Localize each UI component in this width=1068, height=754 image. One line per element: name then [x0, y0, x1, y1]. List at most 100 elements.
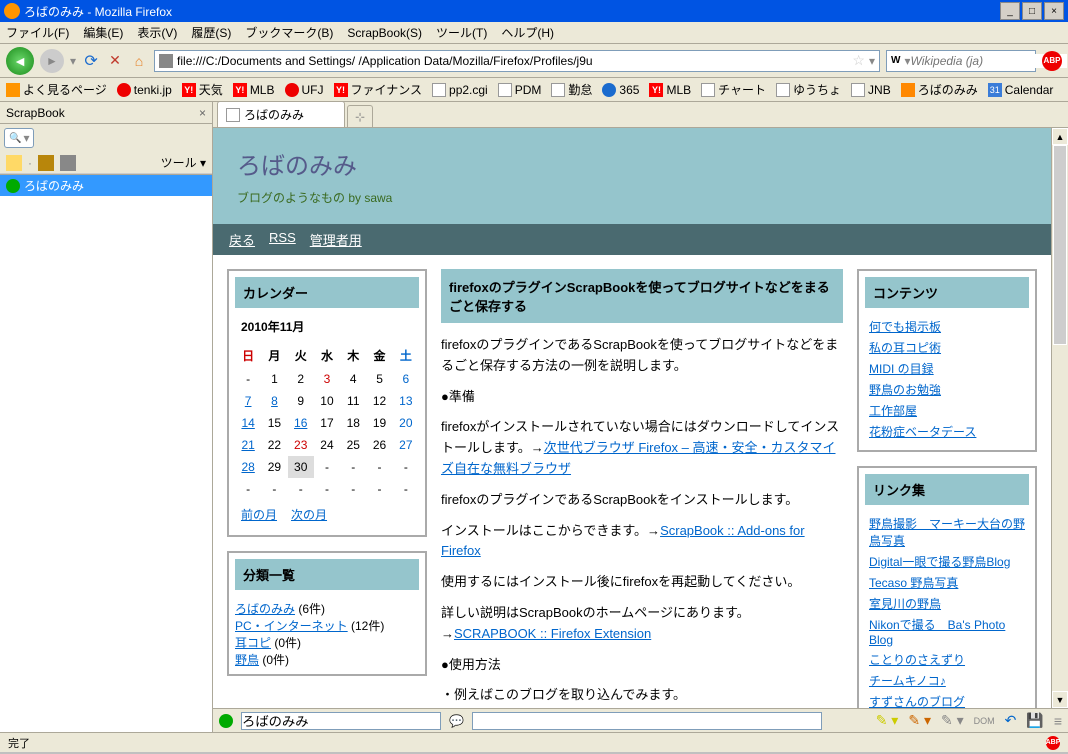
- bookmark-item[interactable]: 365: [602, 83, 639, 97]
- menu-file[interactable]: ファイル(F): [6, 24, 69, 41]
- dom-icon[interactable]: DOM: [974, 716, 995, 726]
- external-link[interactable]: Tecaso 野鳥写真: [869, 576, 958, 590]
- category-link[interactable]: 野鳥: [235, 653, 259, 667]
- menu-icon[interactable]: ≡: [1054, 713, 1062, 729]
- cal-next-link[interactable]: 次の月: [291, 506, 327, 523]
- eraser-icon[interactable]: ✎ ▾: [941, 712, 964, 729]
- cal-day-link[interactable]: 21: [241, 438, 254, 452]
- scroll-thumb[interactable]: [1053, 145, 1067, 345]
- url-bar[interactable]: file:///C:/Documents and Settings/ /Appl…: [154, 50, 880, 72]
- reload-button[interactable]: ⟳: [82, 52, 100, 70]
- adblock-status-icon[interactable]: ABP: [1046, 736, 1060, 750]
- cal-day-link[interactable]: 28: [241, 460, 254, 474]
- nav-admin-link[interactable]: 管理者用: [310, 230, 362, 249]
- bookmark-item[interactable]: pp2.cgi: [432, 83, 488, 97]
- home-button[interactable]: ⌂: [130, 52, 148, 70]
- bookmark-item[interactable]: Y!ファイナンス: [334, 81, 423, 98]
- menu-help[interactable]: ヘルプ(H): [501, 24, 554, 41]
- highlighter-red-icon[interactable]: ✎ ▾: [908, 712, 931, 729]
- bookmark-item[interactable]: ろばのみみ: [901, 81, 978, 98]
- menu-scrapbook[interactable]: ScrapBook(S): [347, 26, 422, 40]
- scroll-up-button[interactable]: ▲: [1052, 128, 1068, 145]
- search-box[interactable]: W ▾ 🔍: [886, 50, 1036, 72]
- tree-item[interactable]: ろばのみみ: [0, 175, 212, 196]
- cal-prev-link[interactable]: 前の月: [241, 506, 277, 523]
- scroll-down-button[interactable]: ▼: [1052, 691, 1068, 708]
- nav-dropdown-icon[interactable]: ▾: [70, 54, 76, 68]
- nav-back-link[interactable]: 戻る: [229, 230, 255, 249]
- database-icon[interactable]: [60, 155, 76, 171]
- bookmark-item[interactable]: tenki.jp: [117, 83, 172, 97]
- bookmark-item[interactable]: Y!MLB: [233, 83, 275, 97]
- bookmark-item[interactable]: ゆうちょ: [776, 81, 841, 98]
- bookmark-star-icon[interactable]: ☆: [852, 52, 865, 69]
- new-folder-icon[interactable]: [6, 155, 22, 171]
- external-link[interactable]: 野鳥撮影 マーキー大台の野鳥写真: [869, 517, 1025, 548]
- minimize-button[interactable]: _: [1000, 2, 1020, 20]
- bookmark-item[interactable]: 31Calendar: [988, 83, 1054, 97]
- undo-icon[interactable]: ↶: [1005, 712, 1017, 729]
- scroll-track[interactable]: [1052, 145, 1068, 691]
- external-link[interactable]: Digital一眼で撮る野鳥Blog: [869, 555, 1010, 569]
- url-dropdown-icon[interactable]: ▾: [869, 54, 875, 68]
- open-folder-icon[interactable]: [38, 155, 54, 171]
- new-tab-button[interactable]: ⊹: [347, 105, 373, 127]
- sidebar-search-input[interactable]: 🔍 ▾: [4, 128, 34, 148]
- menu-view[interactable]: 表示(V): [137, 24, 177, 41]
- external-link[interactable]: Nikonで撮る Ba's Photo Blog: [869, 618, 1005, 647]
- stop-button[interactable]: ✕: [106, 52, 124, 70]
- bookmark-item[interactable]: UFJ: [285, 83, 324, 97]
- back-button[interactable]: ◄: [6, 47, 34, 75]
- nav-toolbar: ◄ ► ▾ ⟳ ✕ ⌂ file:///C:/Documents and Set…: [0, 44, 1068, 78]
- bookmark-item[interactable]: PDM: [498, 83, 542, 97]
- external-link[interactable]: すずさんのブログ: [869, 695, 965, 708]
- bookmark-item[interactable]: 勤怠: [551, 81, 592, 98]
- content-link[interactable]: 野鳥のお勉強: [869, 383, 941, 397]
- sidebar-tools: · ツール ▾: [0, 152, 212, 174]
- scrapbook-comment-input[interactable]: [472, 712, 822, 730]
- sidebar-close-icon[interactable]: ×: [199, 106, 206, 120]
- nav-rss-link[interactable]: RSS: [269, 230, 296, 249]
- menu-bookmarks[interactable]: ブックマーク(B): [245, 24, 333, 41]
- bookmark-item[interactable]: Y!天気: [182, 81, 223, 98]
- menu-history[interactable]: 履歴(S): [191, 24, 231, 41]
- category-link[interactable]: PC・インターネット: [235, 619, 348, 633]
- cal-day-link[interactable]: 14: [241, 416, 254, 430]
- external-link[interactable]: ことりのさえずり: [869, 653, 965, 667]
- external-link[interactable]: チームキノコ♪: [869, 674, 946, 688]
- bookmark-item[interactable]: チャート: [701, 81, 766, 98]
- wikipedia-icon[interactable]: W: [891, 55, 900, 66]
- highlighter-yellow-icon[interactable]: ✎ ▾: [876, 712, 899, 729]
- close-button[interactable]: ×: [1044, 2, 1064, 20]
- bookmark-item[interactable]: Y!MLB: [649, 83, 691, 97]
- content-link[interactable]: 私の耳コピ術: [869, 341, 941, 355]
- article-link[interactable]: SCRAPBOOK :: Firefox Extension: [454, 626, 651, 641]
- cal-day-link[interactable]: 8: [271, 394, 278, 408]
- menu-edit[interactable]: 編集(E): [83, 24, 123, 41]
- tab[interactable]: ろばのみみ: [217, 101, 345, 127]
- dropdown-icon[interactable]: ▾: [23, 131, 29, 145]
- bookmark-item[interactable]: よく見るページ: [6, 81, 107, 98]
- category-link[interactable]: ろばのみみ: [235, 602, 295, 616]
- url-text[interactable]: file:///C:/Documents and Settings/ /Appl…: [177, 54, 848, 68]
- vertical-scrollbar[interactable]: ▲ ▼: [1051, 128, 1068, 708]
- external-link[interactable]: 室見川の野鳥: [869, 597, 941, 611]
- content-link[interactable]: MIDI の目録: [869, 362, 934, 376]
- maximize-button[interactable]: □: [1022, 2, 1042, 20]
- cal-day-link[interactable]: 16: [294, 416, 307, 430]
- content-link[interactable]: 花粉症ベータデース: [869, 425, 976, 439]
- adblock-icon[interactable]: ABP: [1042, 51, 1062, 71]
- sidebar-tree[interactable]: ろばのみみ: [0, 174, 212, 732]
- save-icon[interactable]: 💾: [1026, 712, 1043, 729]
- content-link[interactable]: 何でも掲示板: [869, 320, 941, 334]
- sidebar-tools-menu[interactable]: ツール ▾: [161, 154, 206, 171]
- scrapbook-title-input[interactable]: [241, 712, 441, 730]
- category-link[interactable]: 耳コピ: [235, 636, 271, 650]
- cal-day-link[interactable]: 7: [245, 394, 252, 408]
- sidebar-title: ScrapBook: [6, 106, 199, 120]
- content-link[interactable]: 工作部屋: [869, 404, 917, 418]
- menu-tools[interactable]: ツール(T): [436, 24, 487, 41]
- cal-day-header: 木: [340, 343, 366, 368]
- bookmark-item[interactable]: JNB: [851, 83, 891, 97]
- comment-icon[interactable]: 💬: [449, 714, 464, 728]
